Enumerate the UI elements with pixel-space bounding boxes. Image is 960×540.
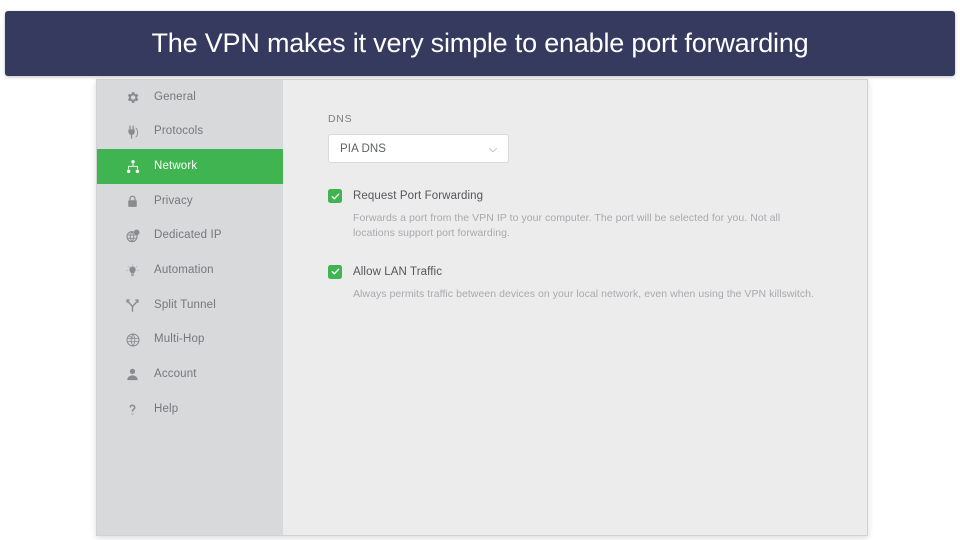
sidebar-item-multi-hop[interactable]: Multi-Hop bbox=[97, 323, 283, 358]
option-title: Allow LAN Traffic bbox=[353, 265, 443, 278]
split-tunnel-icon bbox=[124, 297, 141, 314]
sidebar-item-label: Split Tunnel bbox=[154, 298, 216, 311]
option-row[interactable]: Request Port Forwarding bbox=[328, 189, 867, 203]
sidebar-item-help[interactable]: Help bbox=[97, 392, 283, 427]
option-request-port-forwarding: Request Port Forwarding Forwards a port … bbox=[328, 189, 867, 241]
sidebar-item-label: Dedicated IP bbox=[154, 229, 222, 242]
caption-banner: The VPN makes it very simple to enable p… bbox=[5, 11, 955, 76]
sidebar-item-label: Automation bbox=[154, 264, 214, 277]
sidebar-item-label: Account bbox=[154, 368, 197, 381]
settings-sidebar: General Protocols Network Privacy Dedica… bbox=[97, 80, 283, 535]
sidebar-item-split-tunnel[interactable]: Split Tunnel bbox=[97, 288, 283, 323]
sidebar-item-label: Network bbox=[154, 159, 198, 172]
globe-icon bbox=[124, 332, 141, 349]
vpn-app-window: General Protocols Network Privacy Dedica… bbox=[96, 79, 868, 536]
sidebar-item-label: Privacy bbox=[154, 194, 193, 207]
lock-icon bbox=[124, 193, 141, 210]
person-icon bbox=[124, 366, 141, 383]
option-description: Forwards a port from the VPN IP to your … bbox=[353, 212, 781, 239]
request-port-forwarding-checkbox[interactable] bbox=[328, 189, 342, 203]
dns-select-value: PIA DNS bbox=[340, 142, 387, 155]
dns-select[interactable]: PIA DNS bbox=[328, 134, 509, 163]
sidebar-item-privacy[interactable]: Privacy bbox=[97, 184, 283, 219]
plug-icon bbox=[124, 124, 141, 141]
dedicated-ip-icon bbox=[124, 228, 141, 245]
sidebar-item-account[interactable]: Account bbox=[97, 358, 283, 393]
gear-icon bbox=[124, 89, 141, 106]
sidebar-item-label: General bbox=[154, 90, 196, 103]
option-title: Request Port Forwarding bbox=[353, 190, 484, 202]
option-allow-lan-traffic: Allow LAN Traffic Always permits traffic… bbox=[328, 264, 867, 302]
sidebar-item-label: Help bbox=[154, 402, 179, 415]
question-icon bbox=[124, 401, 141, 418]
sidebar-item-label: Multi-Hop bbox=[154, 333, 205, 346]
option-description: Always permits traffic between devices o… bbox=[353, 287, 815, 300]
chevron-down-icon bbox=[487, 143, 499, 155]
network-icon bbox=[124, 158, 141, 175]
sidebar-item-network[interactable]: Network bbox=[97, 149, 283, 185]
allow-lan-traffic-checkbox[interactable] bbox=[328, 264, 342, 279]
sidebar-item-general[interactable]: General bbox=[97, 80, 283, 115]
lightbulb-icon bbox=[124, 262, 141, 279]
sidebar-item-label: Protocols bbox=[154, 125, 204, 138]
option-row[interactable]: Allow LAN Traffic bbox=[328, 264, 867, 279]
network-settings-panel: DNS PIA DNS Request Port Forwarding Forw… bbox=[283, 80, 867, 535]
sidebar-item-automation[interactable]: Automation bbox=[97, 253, 283, 288]
sidebar-item-protocols[interactable]: Protocols bbox=[97, 115, 283, 150]
dns-label: DNS bbox=[328, 113, 353, 125]
caption-text: The VPN makes it very simple to enable p… bbox=[151, 28, 809, 58]
sidebar-item-dedicated-ip[interactable]: Dedicated IP bbox=[97, 219, 283, 254]
